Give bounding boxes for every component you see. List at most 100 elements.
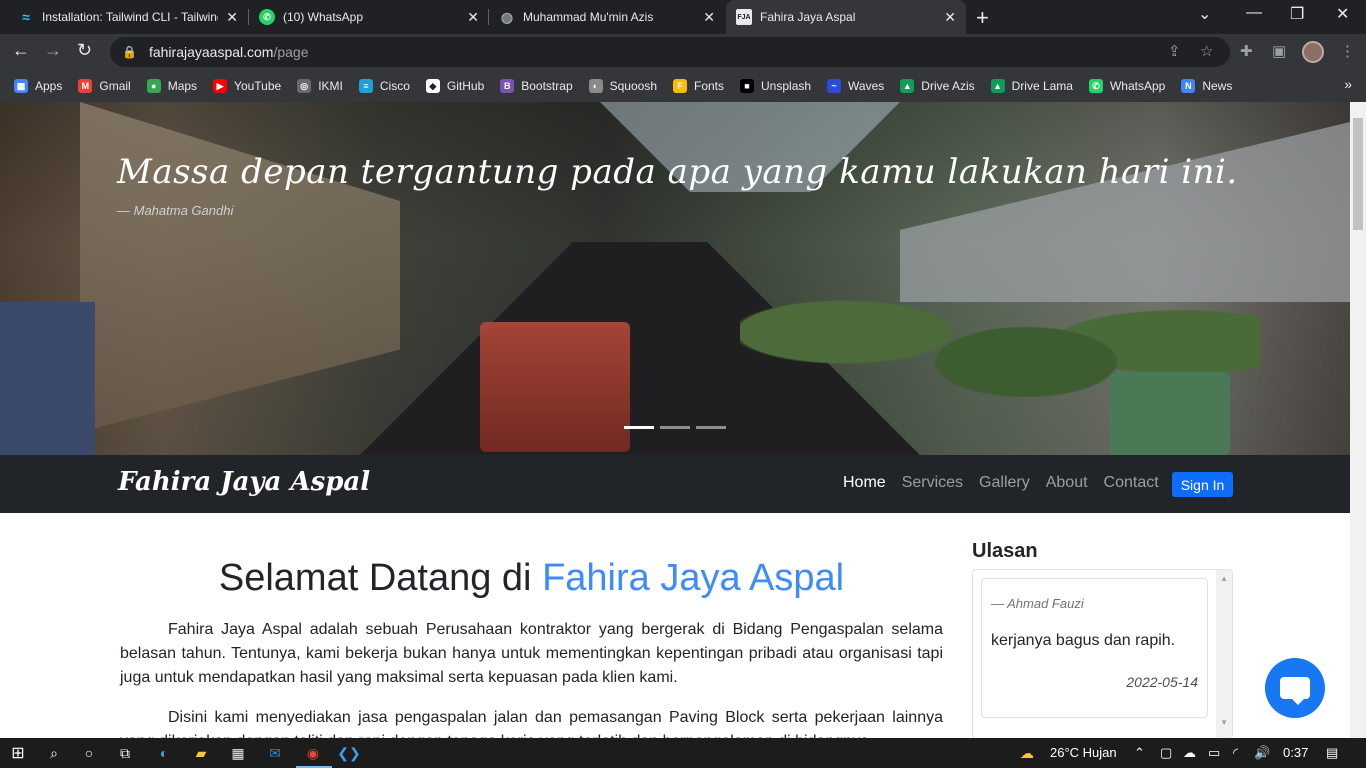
clock[interactable]: 0:37: [1283, 745, 1308, 760]
bookmark-whatsapp[interactable]: ✆ WhatsApp: [1088, 79, 1165, 93]
tailwind-icon: ≈: [22, 9, 30, 25]
bookmark-label: GitHub: [446, 79, 485, 93]
bookmark-cisco[interactable]: ≡ Cisco: [358, 79, 410, 93]
url-path: /page: [273, 44, 309, 60]
drive-icon: ▲: [990, 79, 1005, 93]
bookmark-bootstrap[interactable]: B Bootstrap: [500, 79, 573, 93]
page-scrollbar[interactable]: [1350, 102, 1366, 738]
bookmark-ikmi[interactable]: ◎ IKMI: [297, 79, 343, 93]
bookmark-fonts[interactable]: F Fonts: [673, 79, 724, 93]
browser-tab-tailwind[interactable]: ≈ Installation: Tailwind CLI - Tailwind …: [8, 0, 248, 34]
bookmarks-bar: ▦ Apps M Gmail ● Maps ▶ YouTube ◎ IKMI ≡ Cisco ◆ GitH…: [0, 70, 1366, 102]
bookmark-apps[interactable]: ▦ Apps: [14, 79, 62, 93]
tab-title: Fahira Jaya Aspal: [760, 10, 856, 24]
bookmark-waves[interactable]: ~ Waves: [827, 79, 884, 93]
sign-in-button[interactable]: Sign In: [1172, 472, 1233, 497]
close-tab-icon[interactable]: ✕: [467, 9, 479, 26]
search-icon[interactable]: ⌕: [44, 743, 64, 763]
nav-link-services[interactable]: Services: [902, 474, 963, 492]
edge-icon[interactable]: ◐: [154, 743, 174, 763]
carousel-indicator[interactable]: [660, 426, 690, 429]
notifications-icon[interactable]: ▤: [1326, 745, 1338, 761]
chat-button[interactable]: [1265, 658, 1325, 718]
close-window-icon[interactable]: ✕: [1336, 4, 1349, 24]
file-explorer-icon[interactable]: ▰: [191, 743, 211, 763]
nav-link-gallery[interactable]: Gallery: [979, 474, 1030, 492]
close-tab-icon[interactable]: ✕: [703, 9, 715, 26]
back-icon[interactable]: ←: [12, 40, 30, 61]
forward-icon[interactable]: →: [44, 40, 62, 61]
site-brand[interactable]: Fahira Jaya Aspal: [118, 467, 370, 497]
share-icon[interactable]: ⇪: [1168, 42, 1181, 60]
carousel-indicator[interactable]: [624, 426, 654, 429]
bookmark-github[interactable]: ◆ GitHub: [425, 79, 485, 93]
hero-pot: [1110, 372, 1230, 455]
extensions-icon[interactable]: ✚: [1240, 42, 1253, 60]
mail-icon[interactable]: ✉: [265, 743, 285, 763]
hero-machine: [480, 322, 630, 452]
waves-icon: ~: [827, 79, 842, 93]
review-date: 2022-05-14: [1126, 674, 1198, 690]
bookmark-star-icon[interactable]: ☆: [1200, 42, 1213, 60]
bookmark-gmail[interactable]: M Gmail: [78, 79, 131, 93]
carousel-indicator[interactable]: [696, 426, 726, 429]
nav-link-contact[interactable]: Contact: [1104, 474, 1159, 492]
onedrive-icon[interactable]: ☁: [1183, 745, 1196, 761]
menu-kebab-icon[interactable]: ⋮: [1340, 42, 1355, 60]
bookmark-label: Gmail: [99, 79, 131, 93]
scroll-up-icon[interactable]: ▲: [1220, 574, 1228, 583]
ikmi-icon: ◎: [297, 79, 312, 93]
review-text: kerjanya bagus dan rapih.: [991, 632, 1176, 649]
welcome-heading: Selamat Datang di Fahira Jaya Aspal: [120, 557, 943, 600]
new-tab-button[interactable]: +: [976, 5, 989, 31]
chrome-icon[interactable]: ◉: [303, 743, 323, 763]
bookmark-youtube[interactable]: ▶ YouTube: [213, 79, 281, 93]
volume-icon[interactable]: 🔊: [1254, 745, 1270, 761]
bookmark-drive-azis[interactable]: ▲ Drive Azis: [900, 79, 975, 93]
cortana-icon[interactable]: ○: [79, 743, 99, 763]
bookmark-maps[interactable]: ● Maps: [146, 79, 197, 93]
services-paragraph: Disini kami menyediakan jasa pengaspalan…: [120, 709, 943, 738]
bookmark-drive-lama[interactable]: ▲ Drive Lama: [990, 79, 1073, 93]
bookmark-label: Squoosh: [609, 79, 657, 93]
weather-text[interactable]: 26°C Hujan: [1050, 745, 1117, 760]
reload-icon[interactable]: ↻: [77, 40, 92, 61]
whatsapp-icon: ✆: [1088, 79, 1103, 93]
bookmark-label: YouTube: [234, 79, 282, 93]
scroll-down-icon[interactable]: ▼: [1220, 718, 1228, 727]
page-scrollbar-thumb[interactable]: [1353, 118, 1363, 230]
browser-tab-fahira[interactable]: FJA Fahira Jaya Aspal ✕: [726, 0, 966, 34]
reviews-scrollbar[interactable]: ▲ ▼: [1216, 570, 1232, 738]
youtube-icon: ▶: [213, 79, 228, 93]
reviews-scroll-box[interactable]: — Ahmad Fauzi kerjanya bagus dan rapih. …: [972, 569, 1233, 738]
bookmark-squoosh[interactable]: ◐ Squoosh: [588, 79, 657, 93]
vscode-icon[interactable]: ❮❯: [337, 743, 360, 763]
close-tab-icon[interactable]: ✕: [226, 9, 238, 26]
browser-tab-whatsapp[interactable]: ✆ (10) WhatsApp ✕: [249, 0, 489, 34]
weather-icon[interactable]: ☁: [1020, 745, 1034, 762]
bookmark-label: Waves: [848, 79, 885, 93]
side-panel-icon[interactable]: ▣: [1272, 42, 1286, 60]
address-bar[interactable]: 🔒 fahirajayaaspal.com/page: [110, 37, 1230, 67]
restore-icon[interactable]: ❐: [1290, 4, 1304, 24]
squoosh-icon: ◐: [588, 79, 603, 93]
tab-search-icon[interactable]: ⌄: [1198, 4, 1211, 24]
browser-tab-muhammad[interactable]: ◍ Muhammad Mu'min Azis ✕: [489, 0, 725, 34]
windows-start-icon[interactable]: ⊞: [8, 743, 28, 763]
nav-link-about[interactable]: About: [1046, 474, 1088, 492]
hero-carousel: Massa depan tergantung pada apa yang kam…: [0, 102, 1350, 455]
windows-taskbar: ⊞ ⌕ ○ ⧉ ◐ ▰ ▦ ✉ ◉ ❮❯ ☁ 26°C Hujan ⌃ ▢ ☁ …: [0, 738, 1366, 768]
battery-icon[interactable]: ▭: [1208, 745, 1220, 761]
task-view-icon[interactable]: ⧉: [115, 743, 135, 763]
minimize-icon[interactable]: —: [1246, 4, 1262, 22]
bookmark-news[interactable]: N News: [1181, 79, 1232, 93]
nav-link-home[interactable]: Home: [843, 474, 886, 492]
meet-icon[interactable]: ▢: [1160, 745, 1172, 761]
close-tab-icon[interactable]: ✕: [944, 9, 956, 26]
more-bookmarks-icon[interactable]: »: [1344, 76, 1352, 92]
profile-avatar[interactable]: [1302, 41, 1324, 63]
tray-chevron-icon[interactable]: ⌃: [1134, 745, 1145, 761]
store-icon[interactable]: ▦: [228, 743, 248, 763]
bookmark-unsplash[interactable]: ■ Unsplash: [740, 79, 811, 93]
wifi-icon[interactable]: ◜: [1233, 745, 1238, 761]
